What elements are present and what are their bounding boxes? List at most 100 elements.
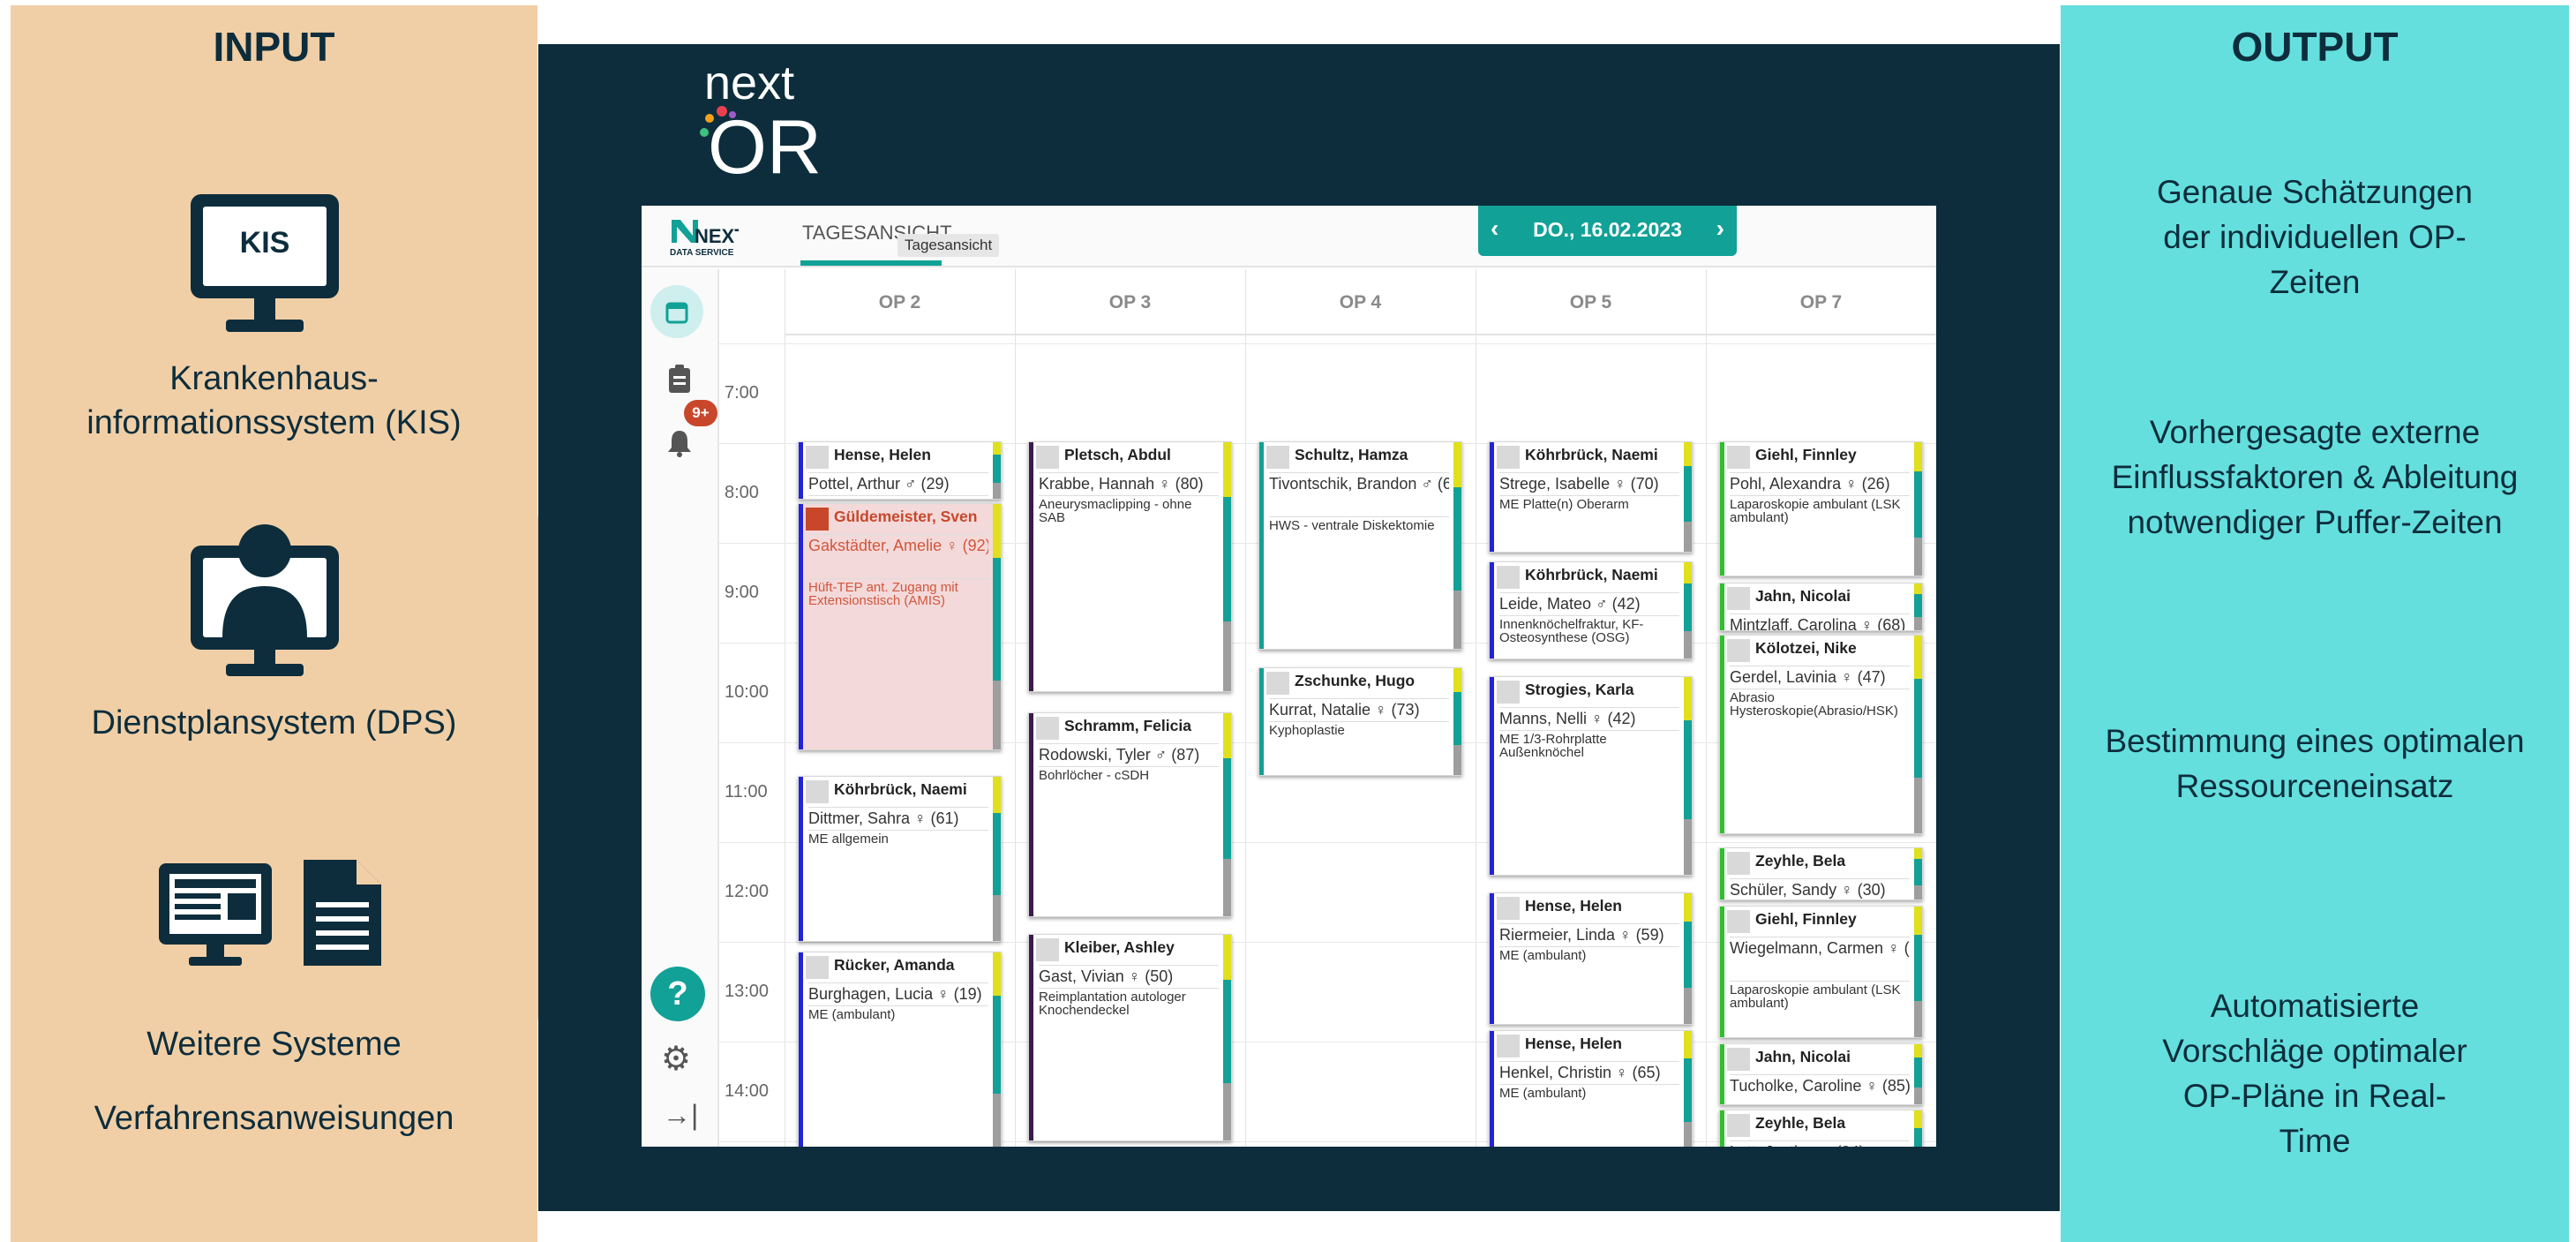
app-screenshot: NEXT DATA SERVICE TAGESANSICHT Tagesansi… xyxy=(642,206,1936,1147)
card-surgeon: Köhrbrück, Naemi xyxy=(834,779,967,798)
surgery-card[interactable]: Köhrbrück, Naemi Leide, Mateo ♂ (42) Innen… xyxy=(1489,561,1693,659)
surgery-card[interactable]: Giehl, Finnley Pohl, Alexandra ♀ (26) Lapa… xyxy=(1719,441,1923,576)
surgery-card[interactable]: Hense, Helen Pottel, Arthur ♂ (29) ME Lasc… xyxy=(798,441,1002,501)
surgery-card[interactable]: Hense, Helen Henkel, Christin ♀ (65) ME (a… xyxy=(1489,1029,1693,1147)
input-panel: INPUT KIS Krankenhaus-informationssystem… xyxy=(11,5,537,1242)
card-status-bar xyxy=(993,952,1001,1147)
room-header: OP 3 xyxy=(1015,269,1245,335)
status-segment xyxy=(1453,744,1461,775)
tooltip: Tagesansicht xyxy=(897,234,1000,257)
card-patient: Wiegelmann, Carmen ♀ (43) xyxy=(1730,936,1910,958)
card-surgeon: Rücker, Amanda xyxy=(834,956,955,975)
card-patient: Tivontschik, Brandon ♂ (63) xyxy=(1269,472,1449,493)
status-segment xyxy=(993,681,1001,750)
hour-line xyxy=(719,343,1936,344)
bell-icon[interactable] xyxy=(666,428,693,458)
card-avatar xyxy=(1727,587,1750,611)
clipboard-icon[interactable] xyxy=(666,364,693,394)
card-patient: Lott, Justine ♀ (34) xyxy=(1730,1140,1910,1147)
help-icon[interactable]: ? xyxy=(650,967,705,1021)
surgery-card[interactable]: Hense, Helen Riermeier, Linda ♀ (59) ME (a… xyxy=(1489,892,1693,1026)
status-segment xyxy=(1914,538,1922,576)
card-left-bar xyxy=(799,442,803,500)
card-procedure: ME allgemein xyxy=(808,829,988,846)
collapse-icon[interactable]: →| xyxy=(663,1099,698,1132)
room-header: OP 2 xyxy=(785,269,1015,335)
surgery-card[interactable]: Zeyhle, Bela Lott, Justine ♀ (34) xyxy=(1719,1110,1923,1147)
input-label-weitere: Weitere Systeme xyxy=(146,1026,402,1063)
card-left-bar xyxy=(799,503,803,750)
surgery-card[interactable]: Zschunke, Hugo Kurrat, Natalie ♀ (73) Kyph… xyxy=(1258,667,1462,776)
status-segment xyxy=(1223,442,1231,498)
card-patient: Leide, Mateo ♂ (42) xyxy=(1499,591,1679,613)
card-left-bar xyxy=(1720,583,1724,630)
status-segment xyxy=(1223,757,1231,860)
card-avatar xyxy=(1727,1047,1750,1071)
status-segment xyxy=(993,812,1001,895)
stage: INPUT KIS Krankenhaus-informationssystem… xyxy=(0,0,2576,1242)
calendar-nav[interactable] xyxy=(650,285,703,338)
time-label: 8:00 xyxy=(725,482,759,502)
card-status-bar xyxy=(1223,713,1231,916)
status-segment xyxy=(1684,818,1692,875)
web-screen-icon xyxy=(159,863,272,966)
status-segment xyxy=(1453,442,1461,488)
card-patient: Riermeier, Linda ♀ (59) xyxy=(1499,922,1679,945)
room-header: OP 5 xyxy=(1476,269,1706,335)
status-segment xyxy=(1684,442,1692,467)
card-patient: Burghagen, Lucia ♀ (19) xyxy=(808,982,988,1004)
surgery-card[interactable]: Güldemeister, Sven Gakstädter, Amelie ♀ (… xyxy=(798,502,1002,751)
card-procedure: ME (ambulant) xyxy=(1499,1083,1679,1100)
surgery-card[interactable]: Rücker, Amanda Burghagen, Lucia ♀ (19) ME … xyxy=(798,952,1002,1147)
card-patient: Mintzlaff, Carolina ♀ (68) xyxy=(1730,613,1910,630)
card-status-bar xyxy=(1453,442,1461,649)
time-label: 11:00 xyxy=(725,781,768,802)
card-left-bar xyxy=(1490,1030,1494,1147)
card-procedure: Laparoskopie ambulant (LSK ambulant) xyxy=(1730,980,1910,1010)
card-patient: Dittmer, Sahra ♀ (61) xyxy=(808,806,988,828)
surgery-card[interactable]: Pletsch, Abdul Krabbe, Hannah ♀ (80) Aneur… xyxy=(1028,441,1232,693)
card-procedure: Innenknöchelfraktur, KF-Osteosynthese (O… xyxy=(1499,614,1679,644)
status-segment xyxy=(1914,442,1922,472)
surgery-card[interactable]: Kleiber, Ashley Gast, Vivian ♀ (50) Reimpl… xyxy=(1028,933,1232,1141)
card-patient: Kurrat, Natalie ♀ (73) xyxy=(1269,698,1449,719)
input-label-dps: Dienstplansystem (DPS) xyxy=(91,704,457,741)
card-procedure: Aneurysmaclipping - ohne SAB xyxy=(1039,495,1219,524)
card-procedure: Bohrlöcher - cSDH xyxy=(1039,766,1219,782)
surgery-card[interactable]: Jahn, NicolaiTucholke, Caroline ♀ (85)Ab… xyxy=(1719,1043,1923,1105)
card-status-bar xyxy=(1914,1110,1922,1147)
surgery-card[interactable]: Schramm, Felicia Rodowski, Tyler ♂ (87) Bo… xyxy=(1028,712,1232,917)
card-avatar xyxy=(1727,446,1750,470)
card-patient: Gakstädter, Amelie ♀ (92) xyxy=(808,533,988,555)
card-avatar xyxy=(1727,638,1750,662)
status-segment xyxy=(1223,1082,1231,1140)
surgery-card[interactable]: Zeyhle, Bela Schüler, Sandy ♀ (30) xyxy=(1719,847,1923,900)
status-segment xyxy=(1453,668,1461,692)
logo-word-or: OR xyxy=(708,105,822,185)
card-avatar xyxy=(1036,717,1059,741)
column-divider xyxy=(1015,269,1016,1147)
status-segment xyxy=(1914,678,1922,778)
surgery-card[interactable]: Köhrbrück, Naemi Dittmer, Sahra ♀ (61) ME … xyxy=(798,775,1002,942)
card-patient: Pohl, Alexandra ♀ (26) xyxy=(1730,472,1910,493)
card-status-bar xyxy=(993,442,1001,499)
surgery-card[interactable]: Kölotzei, Nike Gerdel, Lavinia ♀ (47) Abra… xyxy=(1719,634,1923,834)
card-avatar xyxy=(1497,446,1520,470)
chevron-right-icon[interactable]: › xyxy=(1716,215,1724,243)
card-left-bar xyxy=(1490,442,1494,553)
surgery-card[interactable]: Jahn, Nicolai Mintzlaff, Carolina ♀ (68) xyxy=(1719,583,1923,631)
status-segment xyxy=(1914,935,1922,1001)
status-segment xyxy=(1684,631,1692,659)
surgery-card[interactable]: Strogies, Karla Manns, Nelli ♀ (42) ME 1/3… xyxy=(1489,675,1693,876)
status-segment xyxy=(1684,561,1692,583)
surgery-card[interactable]: Giehl, Finnley Wiegelmann, Carmen ♀ (43) L… xyxy=(1719,905,1923,1039)
output-item-4: Automatisierte Vorschläge optimaler OP-P… xyxy=(2162,988,2467,1159)
surgery-card[interactable]: Schultz, Hamza Tivontschik, Brandon ♂ (63… xyxy=(1258,441,1462,650)
input-title: INPUT xyxy=(213,24,335,70)
status-segment xyxy=(1223,713,1231,758)
date-picker: ‹ DO., 16.02.2023 › xyxy=(1478,206,1737,256)
card-status-bar xyxy=(993,776,1001,941)
gear-icon[interactable]: ⚙ xyxy=(661,1039,691,1079)
calendar-icon xyxy=(665,302,688,324)
surgery-card[interactable]: Köhrbrück, Naemi Strege, Isabelle ♀ (70) M… xyxy=(1489,441,1693,553)
